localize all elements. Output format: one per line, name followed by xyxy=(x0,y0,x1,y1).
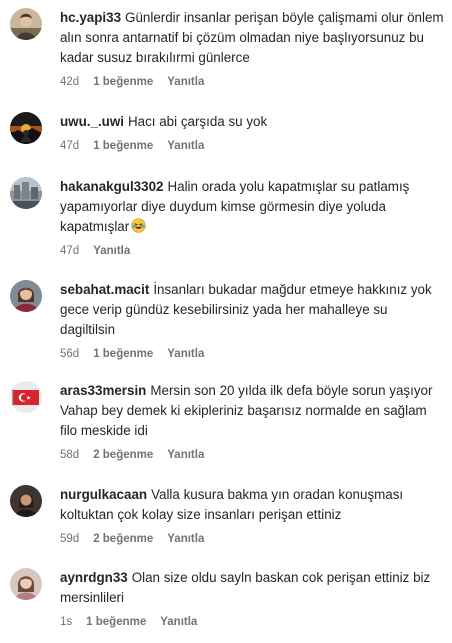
avatar-photo-woman xyxy=(10,280,42,312)
comment-meta: 47d Yanıtla xyxy=(60,244,445,258)
comment-meta: 56d 1 beğenme Yanıtla xyxy=(60,347,445,361)
avatar-photo-flag xyxy=(10,381,42,413)
comment-age[interactable]: 47d xyxy=(60,139,79,153)
comment-age[interactable]: 42d xyxy=(60,75,79,89)
reply-button[interactable]: Yanıtla xyxy=(167,75,204,89)
reply-button[interactable]: Yanıtla xyxy=(160,615,197,629)
comment-meta: 58d 2 beğenme Yanıtla xyxy=(60,448,445,462)
comment-username[interactable]: nurgulkacaan xyxy=(60,487,147,502)
reply-button[interactable]: Yanıtla xyxy=(167,139,204,153)
avatar-photo-woman-light xyxy=(10,568,42,600)
comment-username[interactable]: hc.yapi33 xyxy=(60,10,121,25)
avatar[interactable] xyxy=(10,112,42,144)
comment-meta: 47d 1 beğenme Yanıtla xyxy=(60,139,445,153)
comment-username[interactable]: hakanakgul3302 xyxy=(60,179,163,194)
laughing-tears-emoji xyxy=(131,218,146,233)
comment-age[interactable]: 1s xyxy=(60,615,72,629)
comment-age[interactable]: 56d xyxy=(60,347,79,361)
comment-likes[interactable]: 2 beğenme xyxy=(93,532,153,546)
comment-likes[interactable]: 1 beğenme xyxy=(93,75,153,89)
comment-meta: 1s 1 beğenme Yanıtla xyxy=(60,615,445,629)
comment-age[interactable]: 58d xyxy=(60,448,79,462)
comment-age[interactable]: 47d xyxy=(60,244,79,258)
comment-meta: 42d 1 beğenme Yanıtla xyxy=(60,75,445,89)
reply-button[interactable]: Yanıtla xyxy=(167,347,204,361)
comment-likes[interactable]: 1 beğenme xyxy=(93,347,153,361)
reply-button[interactable]: Yanıtla xyxy=(167,532,204,546)
comment-age[interactable]: 59d xyxy=(60,532,79,546)
comment-username[interactable]: sebahat.macit xyxy=(60,282,149,297)
avatar[interactable] xyxy=(10,177,42,209)
reply-button[interactable]: Yanıtla xyxy=(167,448,204,462)
avatar[interactable] xyxy=(10,568,42,600)
avatar[interactable] xyxy=(10,485,42,517)
comment-likes[interactable]: 2 beğenme xyxy=(93,448,153,462)
comment-text: Hacı abi çarşıda su yok xyxy=(127,114,268,129)
comment-username[interactable]: aras33mersin xyxy=(60,383,146,398)
avatar-photo-person-dark xyxy=(10,485,42,517)
reply-button[interactable]: Yanıtla xyxy=(93,244,130,258)
avatar-photo-sunset xyxy=(10,112,42,144)
avatar[interactable] xyxy=(10,381,42,413)
avatar-photo-city xyxy=(10,177,42,209)
comment-likes[interactable]: 1 beğenme xyxy=(86,615,146,629)
avatar[interactable] xyxy=(10,8,42,40)
avatar[interactable] xyxy=(10,280,42,312)
comment-likes[interactable]: 1 beğenme xyxy=(93,139,153,153)
comment-username[interactable]: aynrdgn33 xyxy=(60,570,128,585)
comment-meta: 59d 2 beğenme Yanıtla xyxy=(60,532,445,546)
avatar-photo-person xyxy=(10,8,42,40)
comment-username[interactable]: uwu._.uwi xyxy=(60,114,124,129)
